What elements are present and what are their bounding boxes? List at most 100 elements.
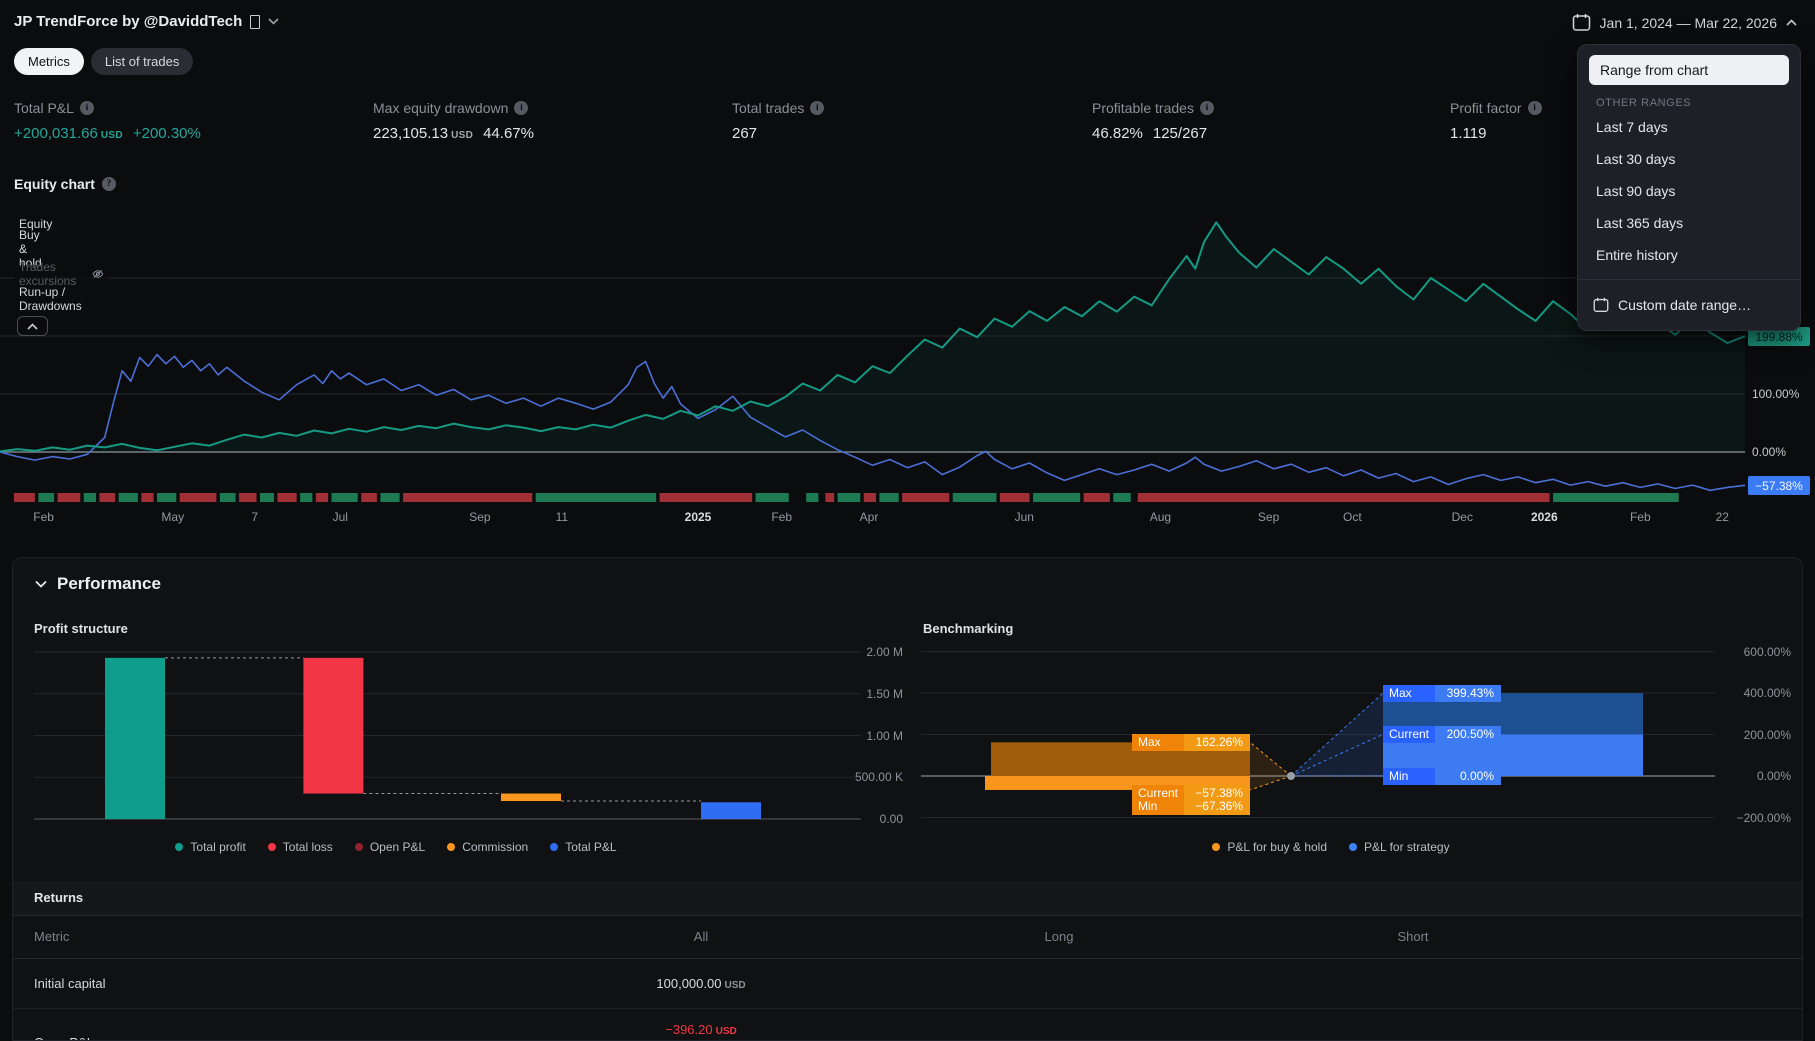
legend-label: Run-up / Drawdowns [19,285,82,313]
returns-rows: Initial capital 100,000.00USD Open P&L −396… [13,959,1802,1040]
metric-label: Total P&L [14,100,74,116]
col-long: Long [1044,929,1074,944]
x-tick: 11 [555,510,569,524]
tab-metrics[interactable]: Metrics [14,48,84,75]
performance-title: Performance [57,574,161,593]
strategy-tester-app: JP TrendForce by @DaviddTech Jan 1, 2024… [0,0,1815,1041]
view-tabs: Metrics List of trades [14,48,194,75]
metric-name: Open P&L [34,1035,94,1040]
info-icon[interactable]: i [79,101,94,115]
dropdown-item-last-365-days[interactable]: Last 365 days [1578,207,1800,239]
profit-structure-title: Profit structure [34,621,128,636]
legend-item-trades-excursions[interactable]: Trades excursions [14,260,109,288]
performance-section: Performance Profit structure 2.00 M 1.50 … [12,557,1803,1041]
legend-label: Commission [462,840,529,854]
metric-value: 223,105.13 [373,125,449,142]
legend-dot-icon [1212,843,1221,851]
x-tick: Dec [1451,510,1473,524]
metric-all-value: 100,000.00 USD [656,976,746,991]
legend-label: P&L for buy & hold [1227,840,1328,854]
legend-dot-icon [267,843,276,851]
equity-chart-plot[interactable] [0,210,1815,530]
legend-label: P&L for strategy [1364,840,1450,854]
info-icon[interactable]: i [810,101,825,115]
strategy-title-row[interactable]: JP TrendForce by @DaviddTech [14,13,279,30]
legend-open-p-l[interactable]: Open P&L [354,840,425,854]
legend-total-loss[interactable]: Total loss [267,840,333,854]
x-tick: Jun [1014,510,1034,524]
metric-value: 1.119 [1450,125,1487,142]
metric-label: Profitable trades [1092,100,1194,116]
axis-label-0: 0.00% [1752,445,1787,459]
legend-total-p-l[interactable]: Total P&L [550,840,617,854]
date-range-control[interactable]: Jan 1, 2024 — Mar 22, 2026 [1568,10,1801,35]
calendar-icon [1593,297,1609,312]
metric-name: Initial capital [34,976,106,991]
benchmarking-chart[interactable]: 600.00% 400.00% 200.00% 0.00% −200.00% Max 162… [915,636,1795,840]
profit-structure-legend: Total profit Total loss Open P&L Commission… [31,840,761,854]
performance-header[interactable]: Performance [35,574,161,594]
metric-value: +200,031.66 [14,125,98,142]
collapse-panel-button[interactable] [17,316,48,336]
legend-p-l-for-buy-hold[interactable]: P&L for buy & hold [1212,840,1327,854]
info-icon[interactable]: i [514,101,529,115]
benchmarking-legend: P&L for buy & hold P&L for strategy [971,840,1691,854]
returns-row-open-p-l: Open P&L −396.20USD [13,1009,1802,1040]
col-all: All [693,929,709,944]
legend-item-run-up-drawdowns[interactable]: Run-up / Drawdowns [14,285,87,313]
col-metric: Metric [34,929,70,944]
legend-dot-icon [1349,843,1358,851]
x-tick: 2026 [1530,510,1558,524]
dropdown-item-last-7-days[interactable]: Last 7 days [1578,111,1800,143]
calendar-icon [1572,14,1590,31]
equity-chart[interactable]: Equity Buy & hold Trades excursions Run-up … [0,210,1815,530]
x-tick: Sep [469,510,491,524]
dropdown-item-last-30-days[interactable]: Last 30 days [1578,143,1800,175]
date-range-label: Jan 1, 2024 — Mar 22, 2026 [1599,14,1777,31]
x-tick: Jul [332,510,348,524]
dropdown-section-label: OTHER RANGES [1596,97,1692,109]
returns-column-headers: Metric All Long Short [13,916,1802,959]
legend-p-l-for-strategy[interactable]: P&L for strategy [1349,840,1450,854]
chevron-down-icon [268,18,279,25]
legend-label: Trades excursions [19,260,77,288]
x-tick: Feb [1629,510,1651,524]
dropdown-item-entire-history[interactable]: Entire history [1578,239,1800,271]
metric-value: 267 [732,125,758,142]
legend-commission[interactable]: Commission [447,840,528,854]
legend-dot-icon [447,843,456,851]
equity-chart-heading: Equity chart ? [14,176,116,192]
dropdown-item-custom-date-range[interactable]: Custom date range… [1578,288,1800,322]
metric-profitable-trades: Profitable trades i 46.82% 125/267 [1092,100,1392,142]
equity-x-axis[interactable]: Feb May 7 Jul Sep 11 2025 Feb Apr Jun Aug Sep Oct Dec… [0,510,1745,528]
x-tick: 2025 [684,510,712,524]
info-icon[interactable]: i [1527,101,1542,115]
profit-structure-chart[interactable]: 2.00 M 1.50 M 1.00 M 500.00 K 0.00 [31,644,903,844]
info-icon[interactable]: i [1199,101,1214,115]
legend-dot-icon [175,843,184,851]
legend-label: Total P&L [565,840,617,854]
legend-total-profit[interactable]: Total profit [175,840,246,854]
legend-label: Total profit [190,840,246,854]
returns-header: Returns [13,881,1802,916]
x-tick: Apr [859,510,879,524]
strategy-title: JP TrendForce by @DaviddTech [14,13,243,30]
x-tick: Sep [1257,510,1280,524]
x-tick: Aug [1149,510,1172,524]
metric-all-value: −396.20 USD [665,1022,737,1037]
help-icon[interactable]: ? [101,177,116,191]
metric-max-drawdown: Max equity drawdown i 223,105.13 USD 44.67% [373,100,534,142]
metric-label: Max equity drawdown [373,100,509,116]
legend-item-buy-hold[interactable]: Buy & hold [14,228,47,270]
metric-label: Profit factor [1450,100,1522,116]
benchmarking-title: Benchmarking [923,621,1014,636]
dropdown-item-range-from-chart[interactable]: Range from chart [1589,55,1789,85]
x-tick: Oct [1343,510,1362,524]
legend-dot-icon [354,843,363,851]
chevron-down-icon [35,580,47,588]
col-short: Short [1397,929,1429,944]
tab-list-of-trades[interactable]: List of trades [90,48,194,75]
dropdown-item-last-90-days[interactable]: Last 90 days [1578,175,1800,207]
eye-off-icon[interactable] [92,267,104,281]
metric-total-pnl: Total P&L i +200,031.66 USD +200.30% [14,100,201,142]
